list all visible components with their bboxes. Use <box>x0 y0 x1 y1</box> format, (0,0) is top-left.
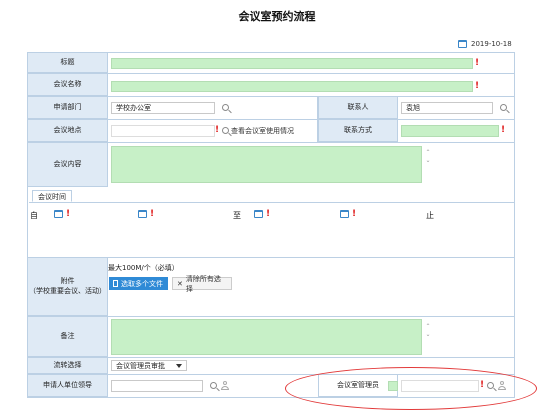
required-mark: ! <box>501 125 506 135</box>
subject-label: 标题 <box>28 53 108 73</box>
required-mark: ! <box>66 209 71 219</box>
attachment-label: 附件 （学校重要会议、活动） <box>28 258 108 316</box>
search-icon[interactable] <box>222 104 229 111</box>
flow-label: 流转选择 <box>28 358 108 374</box>
date-display: 2019-10-18 <box>458 40 512 48</box>
contact-label: 联系人 <box>318 97 398 119</box>
content-textarea[interactable] <box>111 146 422 183</box>
tab-meeting-time[interactable]: 会议时间 <box>32 190 72 202</box>
booking-form: 标题 ! 会议名称 ! 申请部门 学校办公室 联系人 袁旭 会议地点 ! 查看会… <box>27 52 515 398</box>
remarks-textarea[interactable] <box>111 319 422 355</box>
time-from-label: 自 <box>30 211 38 220</box>
contact-input[interactable]: 袁旭 <box>401 102 493 114</box>
location-label: 会议地点 <box>28 120 108 142</box>
content-label: 会议内容 <box>28 143 108 187</box>
flow-selected-value: 会议管理员审批 <box>116 361 165 370</box>
attachment-hint: 最大100M/个（必填） <box>108 264 179 272</box>
search-icon[interactable] <box>222 127 229 134</box>
leader-input[interactable] <box>111 380 203 392</box>
select-files-label: 选取多个文件 <box>121 279 163 288</box>
contact-method-input[interactable] <box>401 125 499 137</box>
calendar-icon[interactable] <box>54 210 63 218</box>
search-icon[interactable] <box>500 104 507 111</box>
select-files-button[interactable]: 选取多个文件 <box>109 277 168 290</box>
calendar-icon[interactable] <box>254 210 263 218</box>
date-text: 2019-10-18 <box>471 40 512 48</box>
textarea-scroll-arrows[interactable]: ⌃ ⌄ <box>424 149 432 165</box>
clear-selection-label: 清除所有选择 <box>185 274 221 293</box>
required-mark: ! <box>215 125 220 135</box>
required-mark: ! <box>352 209 357 219</box>
textarea-scroll-arrows[interactable]: ⌃ ⌄ <box>424 323 432 339</box>
location-input[interactable] <box>111 125 215 137</box>
attachment-label-note: （学校重要会议、活动） <box>29 286 106 295</box>
room-usage-link[interactable]: 查看会议室使用情况 <box>231 126 294 136</box>
department-label: 申请部门 <box>28 97 108 119</box>
clear-selection-button[interactable]: ✕ 清除所有选择 <box>172 275 232 293</box>
close-icon: ✕ <box>177 279 183 288</box>
department-input[interactable]: 学校办公室 <box>111 102 215 114</box>
time-to-label: 至 <box>233 211 241 220</box>
subject-input[interactable] <box>111 58 473 69</box>
annotation-highlight <box>285 367 537 410</box>
meeting-name-input[interactable] <box>111 81 473 92</box>
flow-select[interactable]: 会议管理员审批 <box>111 360 187 371</box>
calendar-icon[interactable] <box>340 210 349 218</box>
required-mark: ! <box>475 81 480 91</box>
attachment-label-title: 附件 <box>60 277 75 286</box>
time-end-label: 止 <box>426 211 434 220</box>
user-icon[interactable] <box>221 381 229 390</box>
required-mark: ! <box>266 209 271 219</box>
meeting-name-label: 会议名称 <box>28 74 108 96</box>
remarks-label: 备注 <box>28 317 108 357</box>
contact-method-label: 联系方式 <box>318 120 398 142</box>
search-icon[interactable] <box>210 382 217 389</box>
page-title: 会议室预约流程 <box>238 10 316 23</box>
file-icon <box>113 280 118 287</box>
calendar-icon[interactable] <box>138 210 147 218</box>
required-mark: ! <box>150 209 155 219</box>
leader-label: 申请人单位领导 <box>28 375 108 397</box>
required-mark: ! <box>475 58 480 68</box>
calendar-icon[interactable] <box>458 40 467 48</box>
chevron-down-icon <box>176 363 182 368</box>
time-tabbar: 会议时间 <box>29 187 515 203</box>
